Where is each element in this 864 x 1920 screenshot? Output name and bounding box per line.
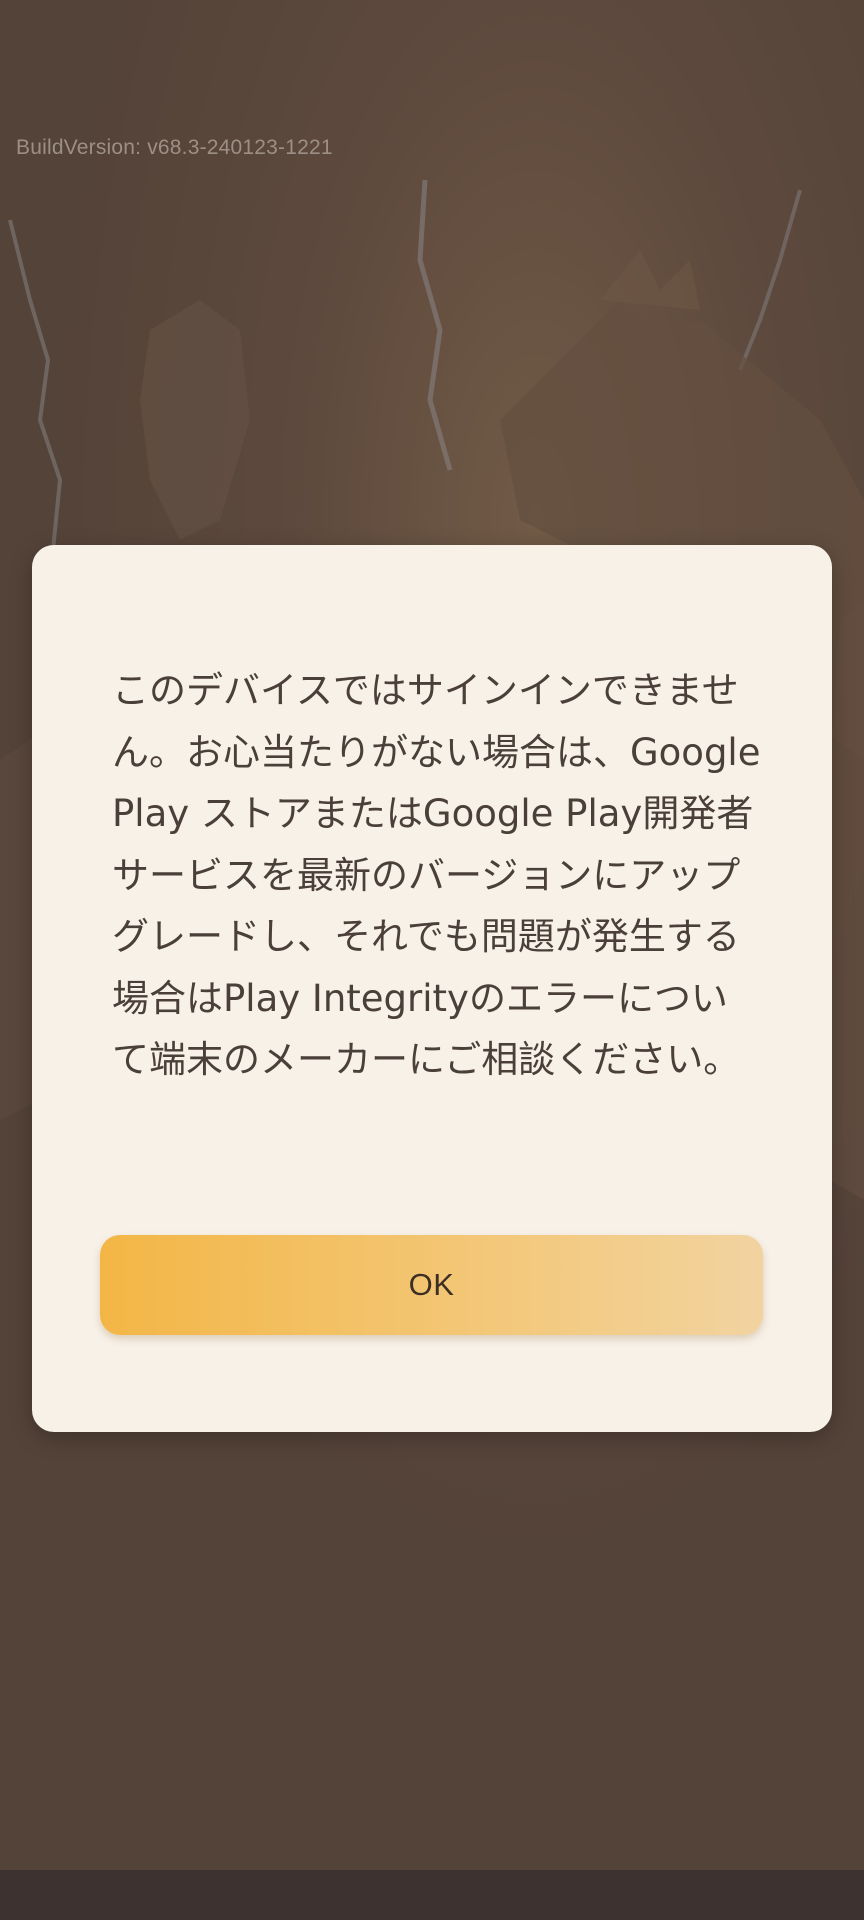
system-navigation-bar bbox=[0, 1870, 864, 1920]
ok-button[interactable]: OK bbox=[100, 1235, 763, 1335]
build-version-label: BuildVersion: v68.3-240123-1221 bbox=[16, 136, 333, 159]
screen: BuildVersion: v68.3-240123-1221 このデバイスでは… bbox=[0, 0, 864, 1920]
ok-button-label: OK bbox=[408, 1267, 455, 1302]
error-dialog: このデバイスではサインインできません。お心当たりがない場合は、Google Pl… bbox=[32, 545, 832, 1432]
dialog-message: このデバイスではサインインできません。お心当たりがない場合は、Google Pl… bbox=[112, 669, 761, 1081]
